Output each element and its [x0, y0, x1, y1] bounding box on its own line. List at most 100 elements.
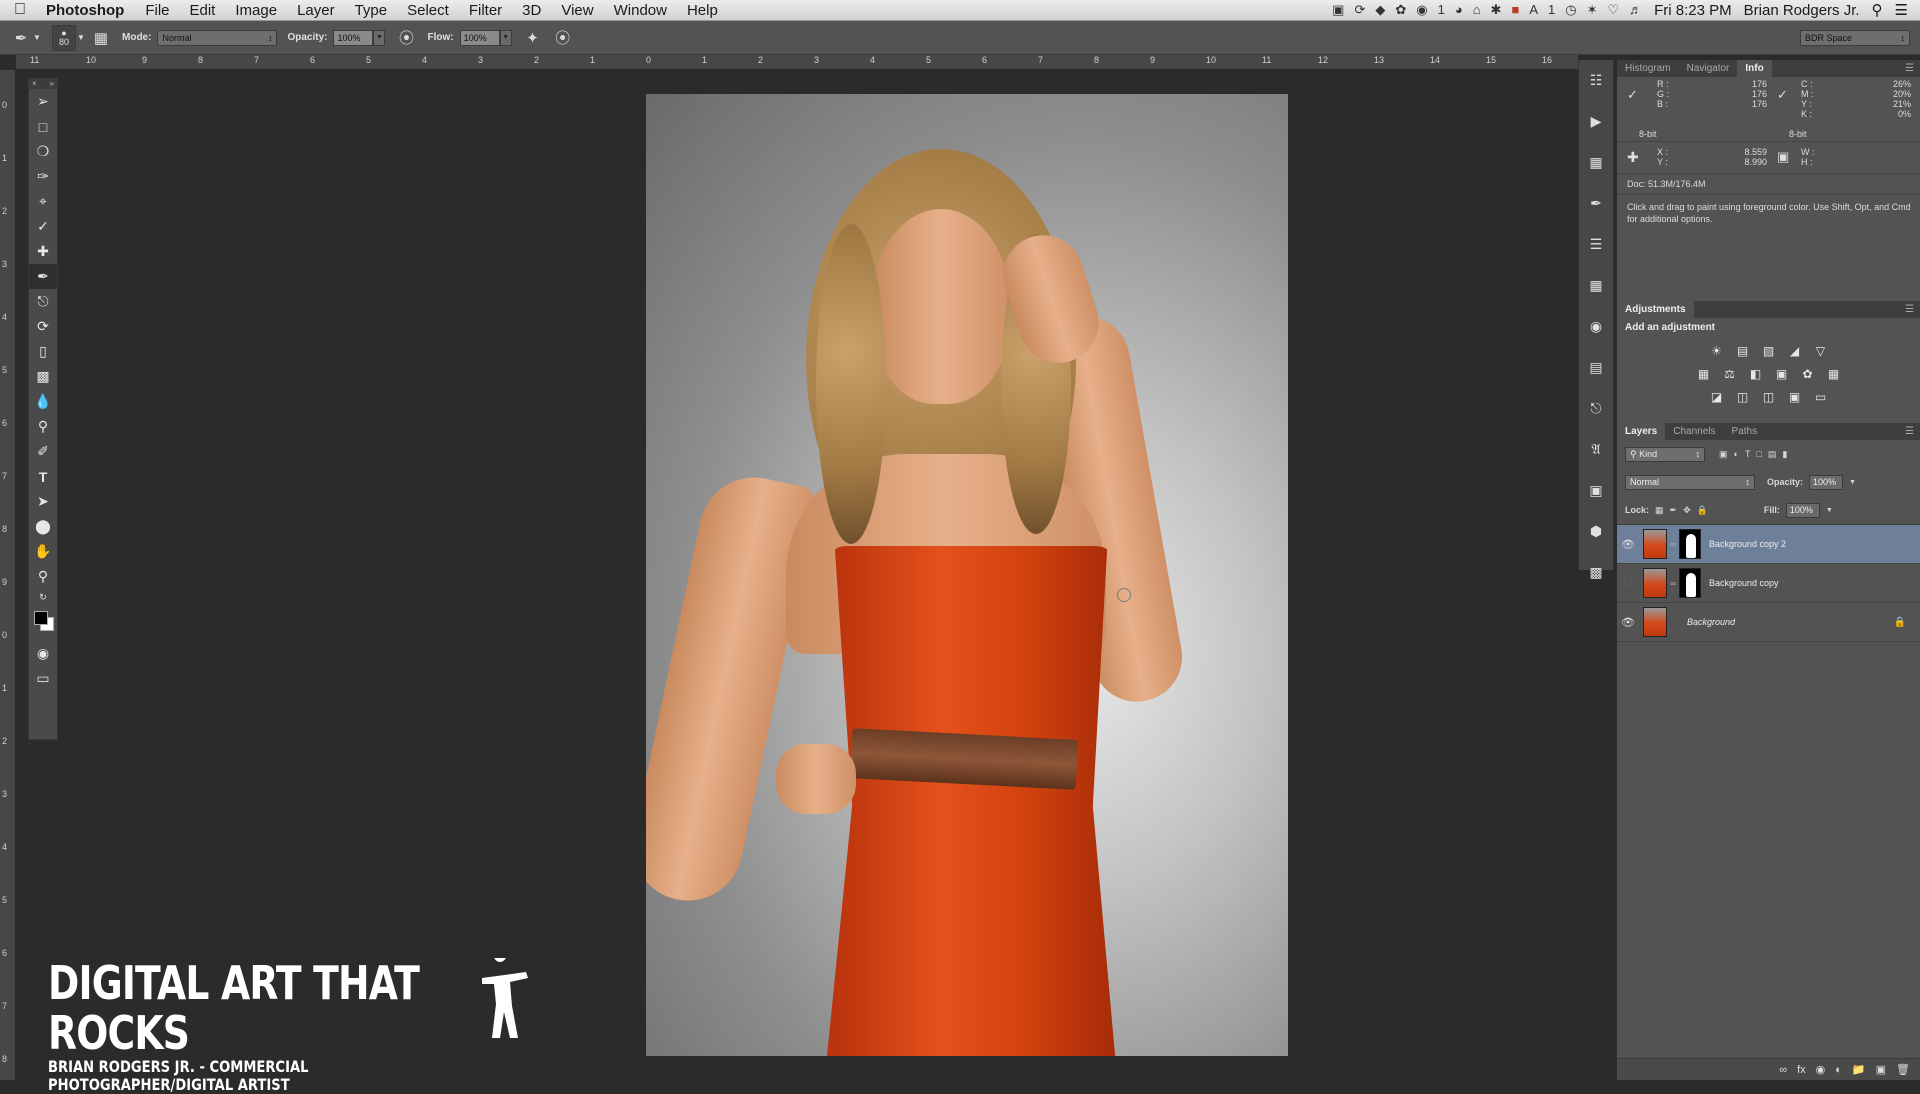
tab-histogram[interactable]: Histogram [1617, 60, 1679, 77]
layer-opacity-input[interactable]: 100% [1809, 474, 1844, 490]
filter-toggle-icon[interactable]: ▮ [1782, 449, 1787, 460]
layer-row-background-copy-2[interactable]: 👁 ∞ Background copy 2 [1617, 525, 1920, 564]
dropbox-icon[interactable]: ◆ [1375, 2, 1385, 18]
menu-3d[interactable]: 3D [512, 2, 551, 19]
ruler-vertical[interactable]: 0 1 2 3 4 5 6 7 8 9 0 1 2 3 4 5 6 7 8 [0, 70, 16, 1080]
curves-icon[interactable]: ▧ [1760, 342, 1778, 360]
menu-window[interactable]: Window [604, 2, 677, 19]
eye-icon[interactable]: 👁 [1617, 616, 1639, 629]
dodge-tool-icon[interactable]: ⚲ [29, 414, 57, 439]
tab-paths[interactable]: Paths [1724, 423, 1766, 440]
crop-tool-icon[interactable]: ⌖ [29, 189, 57, 214]
eye-icon[interactable]: 👁 [1617, 538, 1639, 551]
new-group-icon[interactable]: 📁 [1852, 1063, 1866, 1076]
actions-play-icon[interactable]: ▶ [1579, 101, 1613, 142]
styles-panel-icon[interactable]: ▤ [1579, 347, 1613, 388]
character-panel-icon[interactable]: 𝔄 [1579, 429, 1613, 470]
panel-menu-icon[interactable]: ☰ [1905, 304, 1920, 315]
airbrush-icon[interactable]: ✦ [522, 27, 544, 49]
close-icon[interactable]: × [32, 79, 37, 89]
clone-source-icon[interactable]: ⎋ [1579, 388, 1613, 429]
wifi-icon[interactable]: ♡ [1607, 2, 1619, 18]
layer-mask-thumbnail[interactable] [1679, 529, 1701, 559]
layer-name[interactable]: Background copy [1709, 578, 1779, 588]
lock-position-icon[interactable]: ✥ [1683, 505, 1691, 516]
history-brush-tool-icon[interactable]: ⟳ [29, 314, 57, 339]
lasso-tool-icon[interactable]: ❍ [29, 139, 57, 164]
menu-edit[interactable]: Edit [180, 2, 226, 19]
eyedropper-tool-icon[interactable]: ✓ [29, 214, 57, 239]
color-balance-icon[interactable]: ⚖ [1721, 365, 1739, 383]
ruler-horizontal[interactable]: 11 10 9 8 7 6 5 4 3 2 1 0 1 2 3 4 5 6 7 8 9 10 11 12 13 14 15 16 [16, 55, 1578, 70]
hand-tool-icon[interactable]: ✋ [29, 539, 57, 564]
zoom-tool-icon[interactable]: ⚲ [29, 564, 57, 589]
new-adjustment-layer-icon[interactable]: ◐ [1835, 1064, 1842, 1076]
default-colors-icon[interactable]: ↻ [29, 589, 57, 605]
spotlight-search-icon[interactable]: ⚲ [1872, 1, 1883, 19]
blur-tool-icon[interactable]: 💧 [29, 389, 57, 414]
levels-icon[interactable]: ▤ [1734, 342, 1752, 360]
tools-panel-header[interactable]: × » [29, 79, 57, 89]
trash-icon[interactable]: 🗑 [1896, 1063, 1910, 1076]
tab-layers[interactable]: Layers [1617, 423, 1666, 440]
sync-icon[interactable]: ⟳ [1354, 2, 1365, 18]
foreground-color-swatch[interactable] [34, 611, 48, 625]
lock-all-icon[interactable]: 🔒 [1697, 505, 1708, 516]
menu-image[interactable]: Image [225, 2, 287, 19]
layer-name[interactable]: Background [1687, 617, 1735, 627]
brush-panel-icon[interactable]: ✒ [1579, 183, 1613, 224]
timeline-panel-icon[interactable]: ▩ [1579, 552, 1613, 593]
brush-tool-preset-icon[interactable]: ✒ [10, 27, 32, 49]
layer-name[interactable]: Background copy 2 [1709, 539, 1786, 549]
share-icon[interactable]: ✶ [1587, 2, 1598, 18]
mode-select[interactable]: Normal ↕ [157, 29, 278, 46]
shape-tool-icon[interactable]: ⬤ [29, 514, 57, 539]
headphones-icon[interactable]: ◕ [1455, 2, 1463, 18]
clone-stamp-tool-icon[interactable]: ⎋ [29, 289, 57, 314]
brush-tool-icon[interactable]: ✒ [29, 264, 57, 289]
pressure-size-icon[interactable]: ⦿ [552, 27, 574, 49]
panel-menu-icon[interactable]: ☰ [1905, 63, 1920, 74]
quick-mask-icon[interactable]: ◉ [29, 641, 57, 666]
link-icon[interactable]: ∞ [1667, 540, 1679, 549]
chevron-down-icon[interactable]: ▼ [1826, 507, 1833, 514]
layer-row-background-copy[interactable]: □ ∞ Background copy [1617, 564, 1920, 603]
chevron-down-icon[interactable]: ▼ [1849, 479, 1856, 486]
notification-list-icon[interactable]: ☰ [1895, 1, 1908, 19]
filter-type-icon[interactable]: T [1745, 449, 1751, 459]
menu-view[interactable]: View [551, 2, 603, 19]
adobe-ai-icon[interactable]: A [1529, 2, 1538, 18]
healing-brush-tool-icon[interactable]: ✚ [29, 239, 57, 264]
menu-select[interactable]: Select [397, 2, 459, 19]
volume-icon[interactable]: ♬ [1629, 2, 1642, 18]
swatches-panel-icon[interactable]: ▦ [1579, 265, 1613, 306]
notes-panel-icon[interactable]: ▣ [1579, 470, 1613, 511]
move-tool-icon[interactable]: ➢ [29, 89, 57, 114]
posterize-icon[interactable]: ◫ [1734, 388, 1752, 406]
color-panel-icon[interactable]: ◉ [1579, 306, 1613, 347]
bluetooth-icon[interactable]: ✱ [1491, 2, 1502, 18]
globe-icon[interactable]: ◉ [1416, 2, 1427, 18]
menu-layer[interactable]: Layer [287, 2, 345, 19]
user-name[interactable]: Brian Rodgers Jr. [1744, 2, 1860, 19]
photo-filter-icon[interactable]: ▣ [1773, 365, 1791, 383]
channel-mixer-icon[interactable]: ✿ [1799, 365, 1817, 383]
vibrance-icon[interactable]: ▽ [1812, 342, 1830, 360]
link-layers-icon[interactable]: ∞ [1779, 1064, 1787, 1076]
app-menu[interactable]: Photoshop [40, 2, 135, 19]
collapse-icon[interactable]: » [50, 79, 54, 89]
type-tool-icon[interactable]: T [29, 464, 57, 489]
home-icon[interactable]: ⌂ [1473, 2, 1481, 18]
visibility-off-box[interactable]: □ [1617, 577, 1639, 589]
new-layer-icon[interactable]: ▣ [1876, 1063, 1886, 1076]
lock-image-icon[interactable]: ✒ [1670, 505, 1678, 516]
color-lookup-icon[interactable]: ▦ [1825, 365, 1843, 383]
app-red-icon[interactable]: ■ [1511, 2, 1519, 18]
quick-selection-tool-icon[interactable]: ✑ [29, 164, 57, 189]
filter-pixel-icon[interactable]: ▣ [1719, 449, 1728, 460]
history-panel-icon[interactable]: ☷ [1579, 60, 1613, 101]
workspace-select[interactable]: BDR Space ↕ [1800, 29, 1910, 46]
invert-icon[interactable]: ◪ [1708, 388, 1726, 406]
screen-mode-icon[interactable]: ▭ [29, 666, 57, 691]
chevron-down-icon[interactable]: ▼ [32, 27, 42, 49]
